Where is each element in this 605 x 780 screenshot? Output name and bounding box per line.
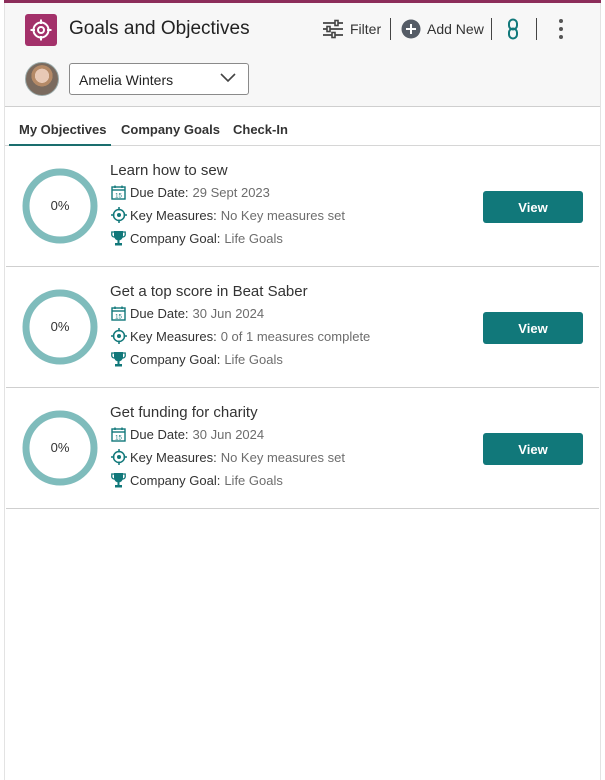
objective-card: 0% Get a top score in Beat Saber 15 Due … xyxy=(6,267,599,388)
avatar[interactable] xyxy=(25,62,59,96)
filter-sliders-icon xyxy=(323,19,343,39)
target-icon xyxy=(110,328,127,345)
calendar-icon: 15 xyxy=(110,426,127,443)
progress-percent: 0% xyxy=(50,319,70,334)
svg-text:15: 15 xyxy=(115,193,122,199)
objective-card: 0% Learn how to sew 15 Due Date: 29 Sept… xyxy=(6,146,599,267)
filter-label: Filter xyxy=(350,21,382,37)
tab-company-goals[interactable]: Company Goals xyxy=(121,108,220,146)
company-goal-value: Life Goals xyxy=(224,351,283,367)
toolbar-divider xyxy=(491,18,492,40)
more-options-button[interactable] xyxy=(558,16,564,42)
progress-percent: 0% xyxy=(50,198,70,213)
filter-button[interactable]: Filter xyxy=(322,16,381,42)
chevron-down-icon xyxy=(220,73,236,83)
due-date-row: 15 Due Date: 30 Jun 2024 xyxy=(110,304,264,322)
user-select[interactable]: Amelia Winters xyxy=(69,63,249,95)
objective-title: Get funding for charity xyxy=(110,404,258,421)
company-goal-row: Company Goal: Life Goals xyxy=(110,471,283,489)
view-button[interactable]: View xyxy=(483,433,583,465)
due-date-row: 15 Due Date: 29 Sept 2023 xyxy=(110,183,270,201)
header: Goals and Objectives Filter Add New Amel… xyxy=(5,3,600,107)
company-goal-row: Company Goal: Life Goals xyxy=(110,229,283,247)
add-new-button[interactable]: Add New xyxy=(401,16,484,42)
key-measures-label: Key Measures: xyxy=(130,449,217,465)
trophy-icon xyxy=(110,230,127,247)
target-icon xyxy=(110,449,127,466)
trophy-icon xyxy=(110,351,127,368)
more-vertical-icon xyxy=(559,19,563,39)
company-goal-label: Company Goal: xyxy=(130,351,221,367)
key-measures-value: 0 of 1 measures complete xyxy=(220,328,371,344)
due-date-label: Due Date: xyxy=(130,184,189,200)
add-circle-icon xyxy=(401,19,421,39)
objective-card: 0% Get funding for charity 15 Due Date: … xyxy=(6,388,599,509)
due-date-value: 30 Jun 2024 xyxy=(192,426,265,442)
key-measures-row: Key Measures: No Key measures set xyxy=(110,448,345,466)
key-measures-row: Key Measures: No Key measures set xyxy=(110,206,345,224)
user-select-value: Amelia Winters xyxy=(79,72,174,88)
company-goal-label: Company Goal: xyxy=(130,230,221,246)
tab-check-in[interactable]: Check-In xyxy=(233,108,288,146)
svg-text:15: 15 xyxy=(115,314,122,320)
view-button[interactable]: View xyxy=(483,191,583,223)
due-date-label: Due Date: xyxy=(130,426,189,442)
objective-title: Get a top score in Beat Saber xyxy=(110,283,308,300)
key-measures-value: No Key measures set xyxy=(220,449,345,465)
key-measures-label: Key Measures: xyxy=(130,328,217,344)
calendar-icon: 15 xyxy=(110,184,127,201)
link-button[interactable] xyxy=(506,16,520,42)
target-icon xyxy=(110,207,127,224)
key-measures-row: Key Measures: 0 of 1 measures complete xyxy=(110,327,370,345)
link-icon xyxy=(508,18,518,40)
due-date-row: 15 Due Date: 30 Jun 2024 xyxy=(110,425,264,443)
add-new-label: Add New xyxy=(427,21,484,37)
tab-bar: My Objectives Company Goals Check-In xyxy=(5,108,600,146)
due-date-label: Due Date: xyxy=(130,305,189,321)
tab-my-objectives[interactable]: My Objectives xyxy=(9,108,111,146)
due-date-value: 29 Sept 2023 xyxy=(192,184,270,200)
progress-percent: 0% xyxy=(50,440,70,455)
company-goal-label: Company Goal: xyxy=(130,472,221,488)
page-title: Goals and Objectives xyxy=(69,18,250,39)
objective-title: Learn how to sew xyxy=(110,162,228,179)
company-goal-value: Life Goals xyxy=(224,472,283,488)
view-button[interactable]: View xyxy=(483,312,583,344)
calendar-icon: 15 xyxy=(110,305,127,322)
due-date-value: 30 Jun 2024 xyxy=(192,305,265,321)
target-icon xyxy=(30,19,52,41)
svg-text:15: 15 xyxy=(115,435,122,441)
trophy-icon xyxy=(110,472,127,489)
toolbar-divider xyxy=(536,18,537,40)
key-measures-label: Key Measures: xyxy=(130,207,217,223)
company-goal-value: Life Goals xyxy=(224,230,283,246)
key-measures-value: No Key measures set xyxy=(220,207,345,223)
app-logo xyxy=(25,14,57,46)
toolbar-divider xyxy=(390,18,391,40)
company-goal-row: Company Goal: Life Goals xyxy=(110,350,283,368)
